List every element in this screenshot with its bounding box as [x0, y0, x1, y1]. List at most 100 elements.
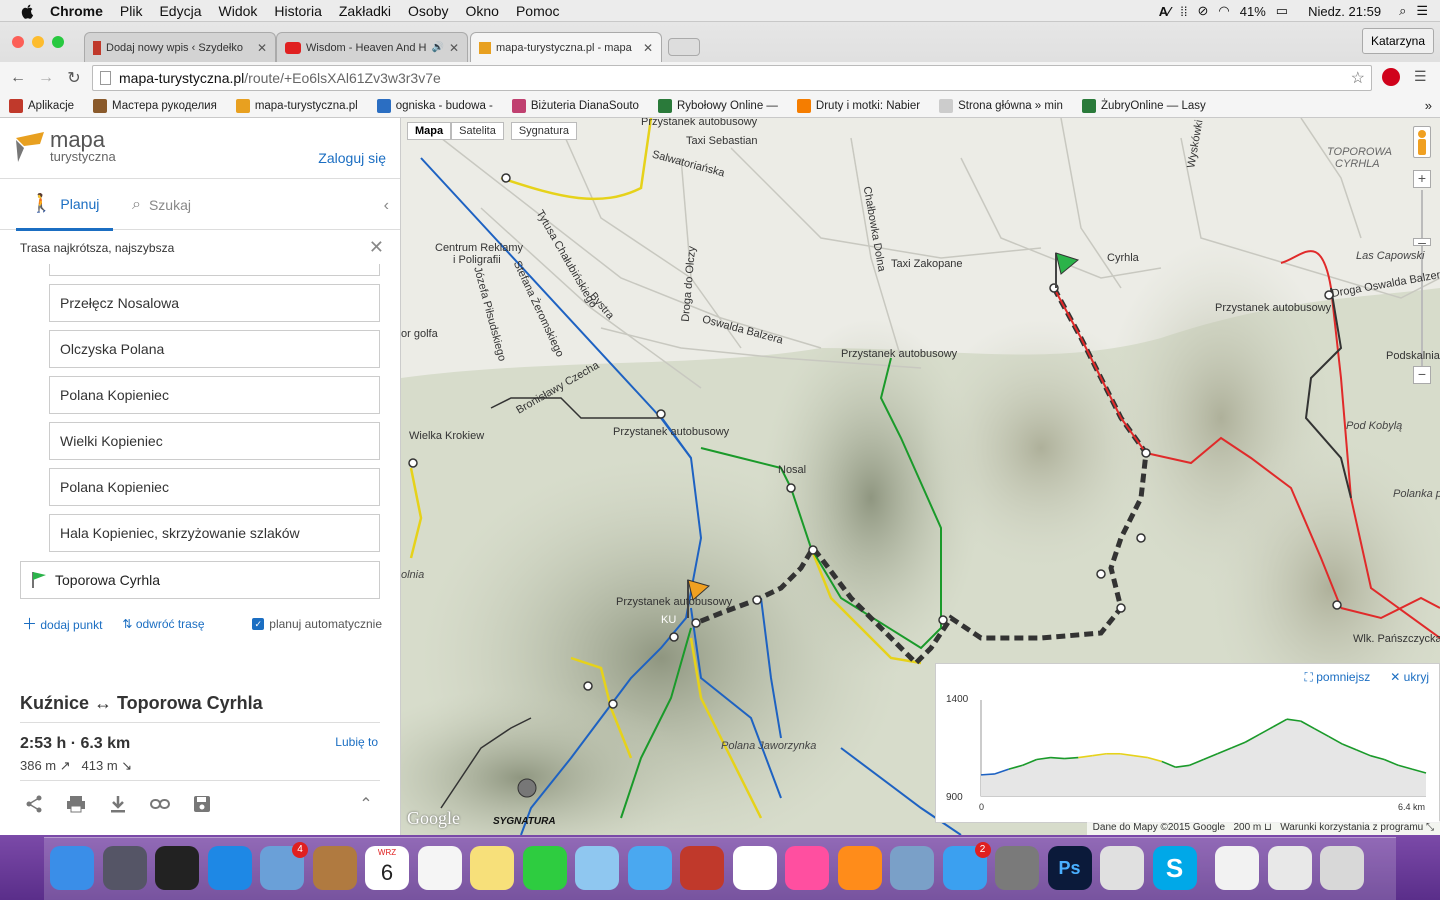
- address-bar[interactable]: mapa-turystyczna.pl/route/+Eo6lsXAl61Zv3…: [92, 65, 1372, 91]
- launchpad-icon[interactable]: [102, 846, 147, 890]
- link-icon[interactable]: [150, 794, 170, 814]
- reminders-icon[interactable]: [417, 846, 462, 890]
- map-canvas[interactable]: Mapa Satelita Sygnatura + – − Przystanek…: [401, 118, 1440, 835]
- downloads-icon[interactable]: [1267, 846, 1312, 890]
- close-route-icon[interactable]: ✕: [369, 237, 384, 258]
- adblock-icon[interactable]: [1382, 68, 1400, 86]
- bookmark-item[interactable]: Strona główna » min: [939, 98, 1063, 113]
- skype-icon[interactable]: S: [1152, 846, 1197, 890]
- menu-historia[interactable]: Historia: [274, 3, 321, 19]
- apple-icon[interactable]: [20, 3, 36, 19]
- chevron-up-icon[interactable]: ⌃: [356, 794, 376, 814]
- waypoint-input[interactable]: Wielki Kopieniec: [49, 422, 380, 460]
- messages-icon[interactable]: [627, 846, 672, 890]
- waypoint-input[interactable]: Polana Kopieniec: [49, 376, 380, 414]
- document-icon[interactable]: [1215, 846, 1259, 890]
- notes-icon[interactable]: [470, 846, 514, 890]
- bookmark-item[interactable]: Мастера рукоделия: [93, 98, 217, 113]
- mail-icon[interactable]: 4: [260, 842, 308, 890]
- tab-mapa[interactable]: mapa-turystyczna.pl - mapa ✕: [470, 32, 662, 62]
- auto-plan-checkbox[interactable]: ✓ planuj automatycznie: [252, 617, 382, 631]
- menu-pomoc[interactable]: Pomoc: [516, 3, 560, 19]
- tab-close-icon[interactable]: ✕: [257, 41, 267, 55]
- menu-zakladki[interactable]: Zakładki: [339, 3, 391, 19]
- ibooks-icon[interactable]: [837, 846, 882, 890]
- bookmark-item[interactable]: mapa-turystyczna.pl: [235, 98, 358, 113]
- destination-input[interactable]: Toporowa Cyrhla: [20, 561, 380, 599]
- back-icon[interactable]: ←: [8, 68, 28, 88]
- tab-szydelko[interactable]: Dodaj nowy wpis ‹ Szydełko ✕: [84, 32, 276, 62]
- zoom-in-button[interactable]: +: [1413, 170, 1431, 188]
- grid-icon[interactable]: ⁞⁞: [1180, 4, 1187, 19]
- itunes-icon[interactable]: [785, 846, 829, 890]
- menu-okno[interactable]: Okno: [465, 3, 498, 19]
- spotlight-icon[interactable]: ⌕: [1399, 3, 1406, 19]
- zoom-slider-handle[interactable]: –: [1413, 235, 1431, 249]
- zoom-window-button[interactable]: [52, 36, 64, 48]
- bookmark-item[interactable]: Rybołowy Online —: [657, 98, 778, 113]
- check-icon[interactable]: ⊘: [1197, 3, 1208, 19]
- adobe-icon[interactable]: A⁄: [1159, 4, 1171, 19]
- bookmark-item[interactable]: ŻubryOnline — Lasy: [1081, 98, 1206, 113]
- photobooth-icon[interactable]: [680, 846, 724, 890]
- contacts-icon[interactable]: [312, 846, 357, 890]
- close-window-button[interactable]: [12, 36, 24, 48]
- tab-szukaj[interactable]: ⌕ Szukaj: [132, 179, 191, 231]
- map-terms-link[interactable]: Warunki korzystania z programu: [1280, 822, 1423, 833]
- print-icon[interactable]: [66, 794, 86, 814]
- forward-icon[interactable]: →: [36, 68, 56, 88]
- map-type-sygnatura[interactable]: Sygnatura: [510, 122, 577, 140]
- reload-icon[interactable]: ↻: [64, 68, 84, 88]
- map-type-satellite[interactable]: Satelita: [451, 122, 504, 140]
- map-data-credit[interactable]: Dane do Mapy ©2015 Google: [1093, 822, 1225, 833]
- pegman-icon[interactable]: [1413, 126, 1431, 158]
- like-link[interactable]: Lubię to: [335, 735, 378, 749]
- elevation-chart[interactable]: [936, 664, 1440, 824]
- sygnatura-logo[interactable]: SYGNATURA: [493, 816, 556, 827]
- calendar-icon[interactable]: 6 WRZ: [365, 846, 409, 890]
- clock[interactable]: Niedz. 21:59: [1308, 4, 1381, 19]
- safari-icon[interactable]: [207, 846, 252, 890]
- chrome-icon[interactable]: [1100, 846, 1144, 890]
- mission-control-icon[interactable]: [155, 846, 199, 890]
- waypoint-input[interactable]: Hala Kopieniec, skrzyżowanie szlaków: [49, 514, 380, 552]
- reverse-route-link[interactable]: ⇅ odwróć trasę: [122, 617, 204, 631]
- menu-osoby[interactable]: Osoby: [408, 3, 448, 19]
- menu-plik[interactable]: Plik: [120, 3, 143, 19]
- login-link[interactable]: Zaloguj się: [318, 150, 386, 166]
- menu-app[interactable]: Chrome: [50, 3, 103, 19]
- resize-icon[interactable]: ⤡: [1426, 822, 1434, 833]
- waypoint-input[interactable]: Olczyska Polana: [49, 330, 380, 368]
- photos-icon[interactable]: [732, 846, 777, 890]
- tab-close-icon[interactable]: ✕: [449, 41, 459, 55]
- waypoint-input[interactable]: Polana Kopieniec: [49, 468, 380, 506]
- finder-icon[interactable]: [50, 846, 94, 890]
- tab-close-icon[interactable]: ✕: [643, 41, 653, 55]
- maps-icon[interactable]: [575, 846, 619, 890]
- bookmarks-overflow-icon[interactable]: »: [1425, 98, 1432, 113]
- google-logo[interactable]: Google: [407, 808, 460, 829]
- wifi-icon[interactable]: ◠: [1218, 3, 1229, 19]
- chrome-menu-icon[interactable]: ☰: [1414, 68, 1427, 85]
- bookmark-star-icon[interactable]: ☆: [1351, 68, 1365, 88]
- route-type[interactable]: Trasa najkrótsza, najszybsza: [20, 241, 174, 255]
- battery-icon[interactable]: ▭: [1276, 3, 1288, 19]
- collapse-sidebar-icon[interactable]: ‹: [384, 197, 389, 215]
- share-icon[interactable]: [24, 794, 44, 814]
- photoshop-icon[interactable]: Ps: [1047, 846, 1092, 890]
- save-icon[interactable]: [192, 794, 212, 814]
- bookmark-item[interactable]: ogniska - budowa -: [376, 98, 493, 113]
- speaker-icon[interactable]: 🔊: [431, 42, 443, 53]
- minimize-window-button[interactable]: [32, 36, 44, 48]
- menu-edycja[interactable]: Edycja: [159, 3, 201, 19]
- menu-widok[interactable]: Widok: [219, 3, 258, 19]
- preview-icon[interactable]: [890, 846, 934, 890]
- notification-center-icon[interactable]: ☰: [1416, 3, 1428, 19]
- trash-icon[interactable]: [1320, 846, 1364, 890]
- add-point-link[interactable]: ＋ dodaj punkt: [22, 613, 102, 634]
- zoom-out-button[interactable]: −: [1413, 366, 1431, 384]
- appstore-icon[interactable]: 2: [942, 842, 991, 890]
- download-icon[interactable]: [108, 794, 128, 814]
- bookmark-item[interactable]: Aplikacje: [9, 98, 74, 113]
- site-logo[interactable]: mapa turystyczna: [14, 129, 116, 164]
